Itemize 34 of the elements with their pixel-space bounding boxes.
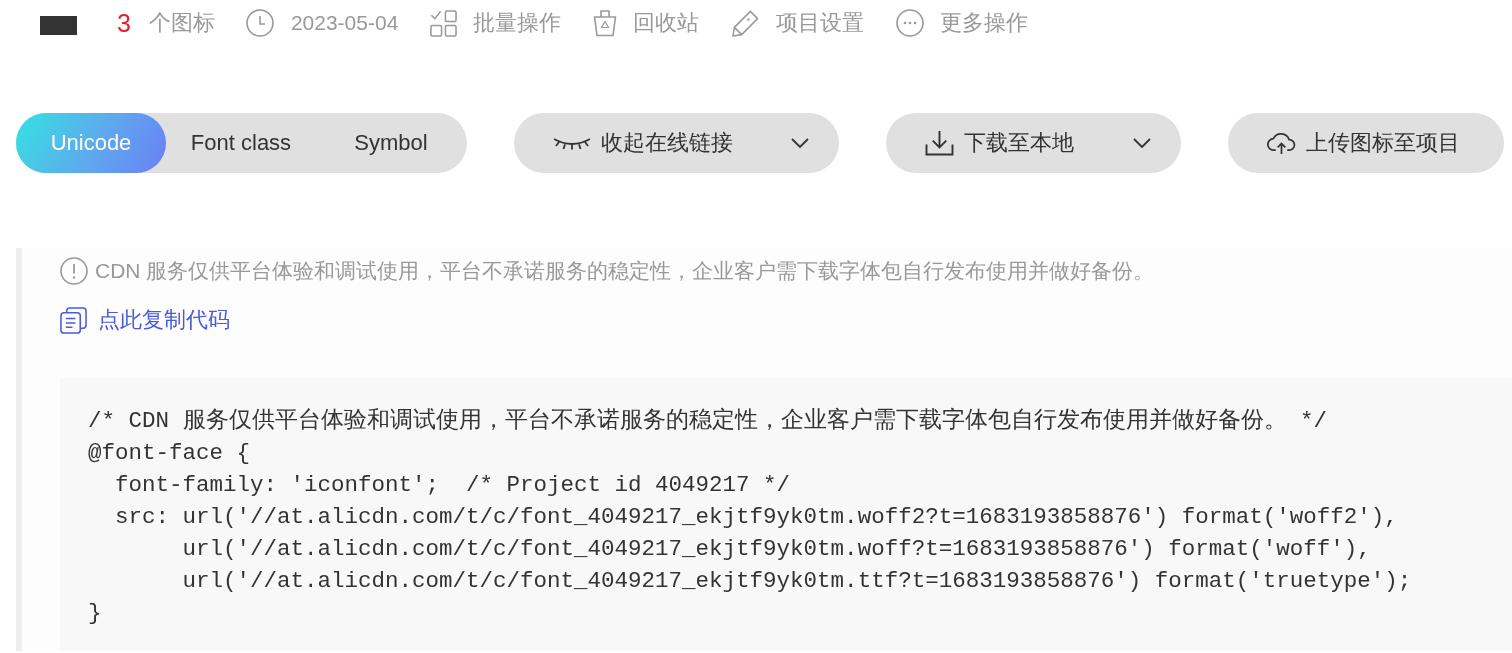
toolbar-button[interactable]: 收起在线链接	[514, 113, 839, 173]
header-action-link[interactable]: 项目设置	[731, 8, 865, 38]
format-tab[interactable]: Font class	[166, 113, 316, 173]
code-line: }	[88, 599, 102, 628]
format-tab[interactable]: Symbol	[316, 113, 466, 173]
header-action-link[interactable]: 批量操作	[430, 8, 562, 38]
more-icon	[896, 9, 925, 37]
code-line: /* CDN 服务仅供平台体验和调试使用，平台不承诺服务的稳定性，企业客户需下载字体包自行发布使用并做好备份。 */	[88, 406, 1328, 436]
chevron-down-icon	[791, 138, 809, 148]
header-action-link[interactable]: 更多操作	[896, 8, 1029, 38]
code-line: url('//at.alicdn.com/t/c/font_4049217_ekjtf9yk0tm.woff?t=1683193858876') format('woff'),	[181, 535, 1371, 564]
cloud-upload-icon	[1267, 131, 1296, 155]
header-action-link[interactable]: 回收站	[593, 8, 700, 38]
copy-document-icon	[60, 306, 87, 334]
eye-closed-icon	[553, 136, 591, 150]
clock-icon	[245, 9, 274, 37]
copy-code-link[interactable]: 点此复制代码	[60, 305, 230, 335]
date-text: 2023-05-04	[290, 11, 399, 35]
redacted-title-block	[40, 15, 77, 35]
code-line: url('//at.alicdn.com/t/c/font_4049217_ekjtf9yk0tm.ttf?t=1683193858876') format('truetype');	[181, 567, 1412, 596]
trash-bin-icon	[593, 9, 618, 37]
info-icon	[60, 257, 88, 285]
batch-grid-icon	[430, 9, 458, 37]
chevron-down-icon	[1133, 138, 1151, 148]
download-icon	[925, 130, 954, 156]
code-line: font-family: 'iconfont'; /* Project id 4049217 */	[114, 471, 791, 500]
icon-count-label: 个图标	[148, 9, 215, 37]
toolbar-button[interactable]: 下载至本地	[886, 113, 1181, 173]
code-line: src: url('//at.alicdn.com/t/c/font_4049217_ekjtf9yk0tm.woff2?t=1683193858876') format('woff2'),	[114, 503, 1398, 532]
icon-count: 3	[117, 8, 131, 38]
code-line: @font-face {	[88, 439, 251, 468]
pencil-icon	[731, 8, 761, 38]
toolbar-button[interactable]: 上传图标至项目	[1228, 113, 1504, 173]
notice-text: CDN 服务仅供平台体验和调试使用，平台不承诺服务的稳定性，企业客户需下载字体包自行发布使用并做好备份。	[95, 258, 1155, 284]
